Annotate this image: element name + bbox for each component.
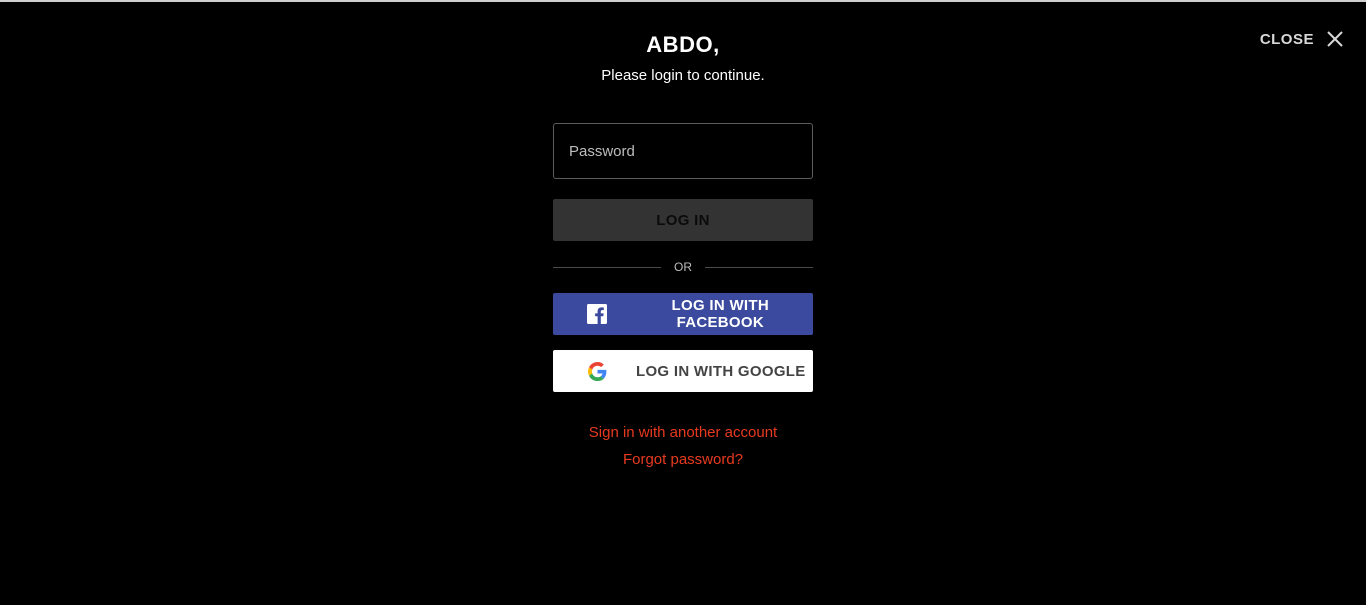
facebook-login-button[interactable]: LOG IN WITH FACEBOOK xyxy=(553,293,813,335)
google-login-label: LOG IN WITH GOOGLE xyxy=(636,362,806,380)
google-icon xyxy=(586,360,608,382)
login-button-label: LOG IN xyxy=(656,211,710,229)
page-subtitle: Please login to continue. xyxy=(601,67,765,84)
facebook-login-label: LOG IN WITH FACEBOOK xyxy=(671,297,769,331)
divider-line-right xyxy=(705,266,813,268)
close-label: CLOSE xyxy=(1259,30,1314,48)
facebook-icon xyxy=(586,303,608,325)
login-button[interactable]: LOG IN xyxy=(553,199,813,241)
or-divider: OR xyxy=(553,258,813,276)
forgot-password-link[interactable]: Forgot password? xyxy=(493,451,873,468)
close-icon xyxy=(1326,30,1344,48)
google-login-button[interactable]: LOG IN WITH GOOGLE xyxy=(553,350,813,392)
password-input[interactable] xyxy=(553,123,813,179)
or-text: OR xyxy=(674,260,692,274)
other-account-link[interactable]: Sign in with another account xyxy=(493,424,873,441)
top-border xyxy=(0,0,1366,2)
page-title: ABDO, xyxy=(646,32,720,57)
divider-line-left xyxy=(553,266,661,268)
close-button[interactable]: CLOSE xyxy=(1260,30,1344,48)
